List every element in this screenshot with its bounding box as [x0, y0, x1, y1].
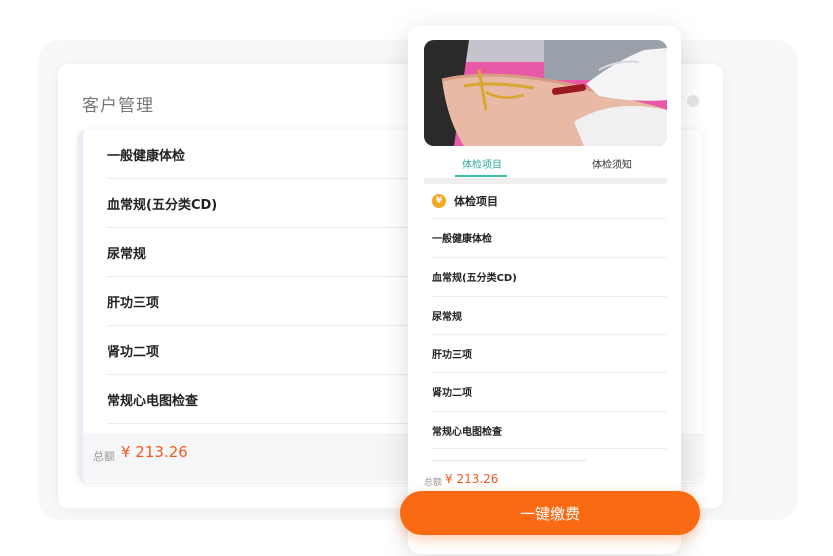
phone-mockup: 体检项目 体检须知 ¥ 体检项目 一般健康体检 血常规(五分类CD) 尿常规 肝…	[408, 26, 681, 554]
divider	[424, 178, 667, 184]
total-label: 总额	[424, 478, 443, 488]
list-item[interactable]: 一般健康体检	[432, 218, 666, 256]
coin-icon: ¥	[432, 194, 446, 208]
section-title: 体检项目	[454, 195, 498, 208]
section-header: ¥ 体检项目	[432, 193, 498, 209]
list-item[interactable]: 血常规(五分类CD)	[432, 257, 666, 295]
stage: 客户管理 一般健康体检 血常规(五分类CD) 尿常规 肝功三项 肾功二项 常规心…	[0, 0, 833, 556]
tab-exam-notice[interactable]: 体检须知	[592, 156, 632, 171]
list-item[interactable]: 肝功三项	[432, 334, 666, 372]
tab-bar: 体检项目 体检须知	[424, 150, 667, 178]
tab-exam-items[interactable]: 体检项目	[462, 156, 502, 171]
total-amount: ¥ 213.26	[445, 472, 499, 486]
status-dot	[687, 95, 699, 107]
blood-draw-photo	[424, 40, 667, 146]
total-label: 总额	[93, 450, 115, 463]
one-click-pay-button[interactable]: 一键缴费	[400, 491, 700, 535]
total-amount: ¥ 213.26	[121, 443, 188, 461]
page-title: 客户管理	[82, 96, 154, 116]
list-item[interactable]: 常规心电图检查	[432, 411, 666, 449]
active-tab-indicator	[455, 175, 507, 177]
list-item[interactable]: 肾功二项	[432, 372, 666, 410]
list-item[interactable]: 尿常规	[432, 296, 666, 334]
divider	[432, 460, 586, 461]
